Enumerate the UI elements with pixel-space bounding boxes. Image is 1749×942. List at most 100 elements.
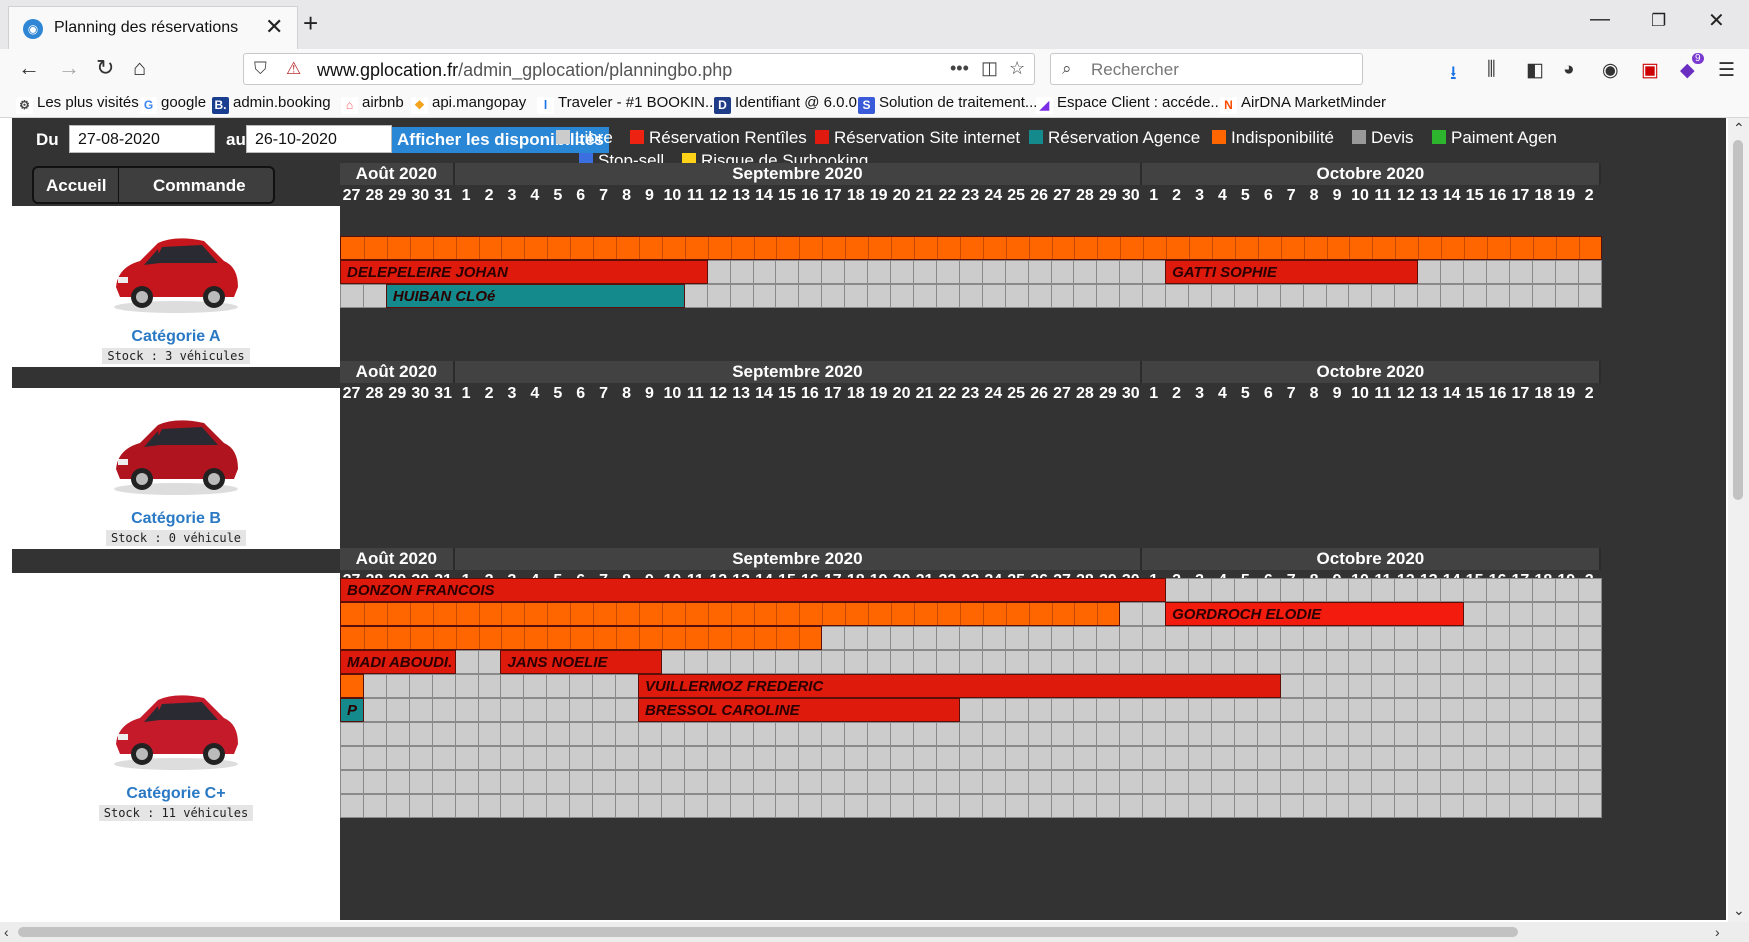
day-cell[interactable] [752, 260, 777, 284]
day-cell[interactable] [592, 794, 617, 818]
day-cell[interactable] [1142, 746, 1167, 770]
day-cell[interactable] [1531, 602, 1556, 626]
day-cell[interactable] [1486, 260, 1510, 284]
day-cell[interactable] [798, 794, 823, 818]
day-cell[interactable] [500, 770, 525, 794]
day-cell[interactable] [1165, 794, 1190, 818]
day-cell[interactable] [1577, 746, 1602, 770]
day-cell[interactable] [615, 746, 639, 770]
reservation-bar[interactable] [340, 626, 823, 650]
day-cell[interactable] [1256, 794, 1281, 818]
day-cell[interactable] [1371, 578, 1396, 602]
day-cell[interactable] [706, 284, 731, 308]
day-cell[interactable] [523, 698, 548, 722]
day-cell[interactable] [1165, 626, 1190, 650]
day-cell[interactable] [1577, 770, 1602, 794]
url-text[interactable]: www.gplocation.fr/admin_gplocation/plann… [317, 60, 732, 81]
day-cell[interactable] [1233, 284, 1258, 308]
day-cell[interactable] [1142, 722, 1167, 746]
day-cell[interactable] [1188, 626, 1212, 650]
reservation-bar[interactable]: JANS NOELIE [500, 650, 662, 674]
day-cell[interactable] [431, 722, 456, 746]
day-cell[interactable] [1554, 650, 1579, 674]
day-cell[interactable] [523, 746, 548, 770]
search-input[interactable]: ⌕ Rechercher [1050, 53, 1363, 85]
day-cell[interactable] [1210, 284, 1235, 308]
day-cell[interactable] [362, 770, 387, 794]
day-cell[interactable] [431, 674, 456, 698]
day-cell[interactable] [362, 284, 387, 308]
reservation-bar[interactable]: P [340, 698, 364, 722]
day-cell[interactable] [1210, 746, 1235, 770]
day-cell[interactable] [1279, 722, 1304, 746]
day-cell[interactable] [1417, 770, 1442, 794]
day-cell[interactable] [1073, 260, 1098, 284]
day-cell[interactable] [1142, 626, 1167, 650]
day-cell[interactable] [844, 794, 869, 818]
day-cell[interactable] [1096, 260, 1121, 284]
day-cell[interactable] [1279, 284, 1304, 308]
day-cell[interactable] [1440, 698, 1465, 722]
day-cell[interactable] [1004, 260, 1029, 284]
day-cell[interactable] [1233, 722, 1258, 746]
day-cell[interactable] [1142, 260, 1167, 284]
day-cell[interactable] [1348, 746, 1373, 770]
category-name[interactable]: Catégorie B [12, 510, 340, 528]
day-cell[interactable] [706, 746, 731, 770]
day-cell[interactable] [1233, 770, 1258, 794]
day-cell[interactable] [913, 650, 937, 674]
account-icon[interactable]: ◉ [1602, 59, 1619, 82]
day-cell[interactable] [1463, 770, 1487, 794]
day-cell[interactable] [546, 770, 571, 794]
day-cell[interactable] [1417, 698, 1442, 722]
day-cell[interactable] [1233, 698, 1258, 722]
day-cell[interactable] [1142, 770, 1167, 794]
day-cell[interactable] [1554, 698, 1579, 722]
day-cell[interactable] [1348, 626, 1373, 650]
bookmark-4[interactable]: ❖ api.mangopay [411, 94, 526, 114]
day-cell[interactable] [798, 770, 823, 794]
day-cell[interactable] [1486, 650, 1510, 674]
day-cell[interactable] [1096, 722, 1121, 746]
day-cell[interactable] [569, 794, 594, 818]
day-cell[interactable] [1371, 794, 1396, 818]
day-cell[interactable] [1279, 770, 1304, 794]
day-cell[interactable] [1165, 770, 1190, 794]
day-cell[interactable] [1440, 794, 1465, 818]
day-cell[interactable] [1096, 794, 1121, 818]
day-cell[interactable] [752, 284, 777, 308]
day-cell[interactable] [1119, 698, 1144, 722]
day-cell[interactable] [844, 260, 869, 284]
day-cell[interactable] [1004, 722, 1029, 746]
day-cell[interactable] [844, 626, 869, 650]
day-cell[interactable] [958, 770, 983, 794]
forward-arrow-icon[interactable]: → [58, 55, 80, 81]
day-cell[interactable] [1004, 770, 1029, 794]
download-icon[interactable]: ⭳ [1450, 59, 1457, 91]
day-cell[interactable] [683, 722, 708, 746]
day-cell[interactable] [1050, 284, 1075, 308]
day-cell[interactable] [615, 770, 639, 794]
day-cell[interactable] [1073, 722, 1098, 746]
day-cell[interactable] [1302, 794, 1327, 818]
day-cell[interactable] [1050, 260, 1075, 284]
day-cell[interactable] [981, 794, 1006, 818]
day-cell[interactable] [1256, 626, 1281, 650]
day-cell[interactable] [1096, 284, 1121, 308]
day-cell[interactable] [362, 698, 387, 722]
day-cell[interactable] [844, 770, 869, 794]
day-cell[interactable] [1165, 578, 1190, 602]
day-cell[interactable] [1210, 722, 1235, 746]
day-cell[interactable] [913, 746, 937, 770]
day-cell[interactable] [1577, 650, 1602, 674]
day-cell[interactable] [431, 770, 456, 794]
day-cell[interactable] [1027, 770, 1052, 794]
day-cell[interactable] [408, 746, 433, 770]
day-cell[interactable] [1325, 770, 1350, 794]
day-cell[interactable] [1050, 698, 1075, 722]
day-cell[interactable] [1394, 674, 1419, 698]
day-cell[interactable] [935, 722, 960, 746]
day-cell[interactable] [1027, 260, 1052, 284]
day-cell[interactable] [1073, 698, 1098, 722]
day-cell[interactable] [1325, 284, 1350, 308]
